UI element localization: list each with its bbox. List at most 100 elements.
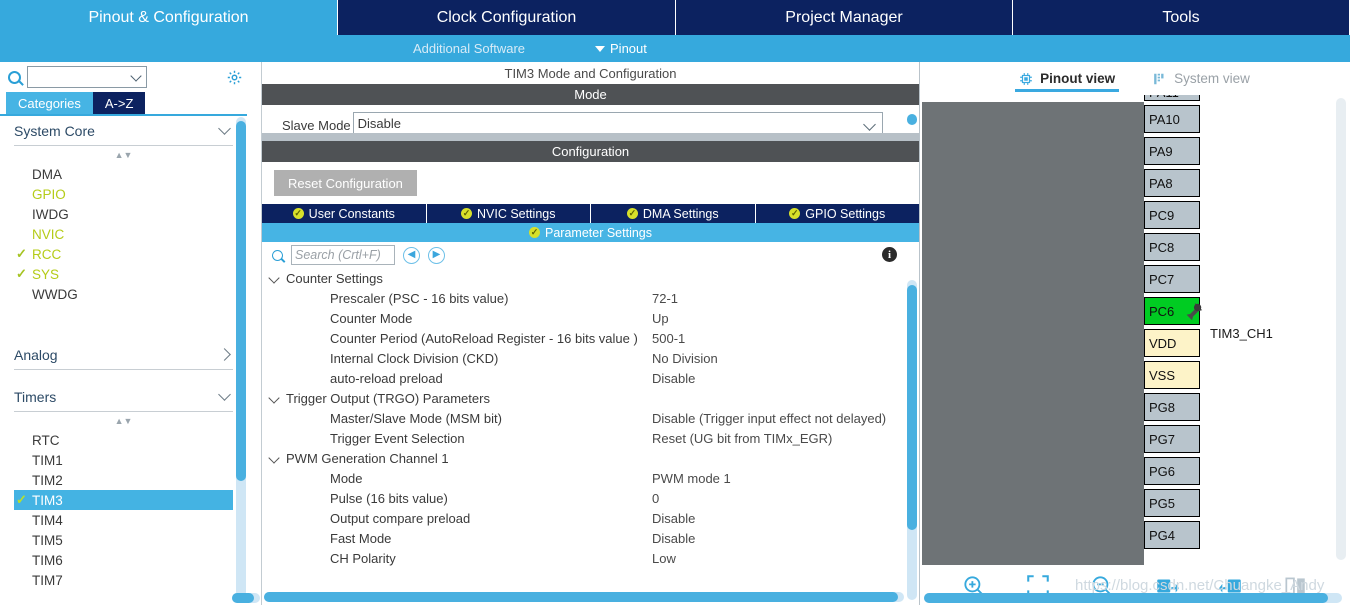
nav-forward-button[interactable]: ▶ <box>428 246 445 264</box>
pin-vdd[interactable]: VDD <box>1144 329 1200 357</box>
parameter-vertical-scrollbar[interactable] <box>907 280 917 600</box>
parameter-row[interactable]: Counter Mode Up <box>262 308 919 328</box>
pin-pa8[interactable]: PA8 <box>1144 169 1200 197</box>
tree-item-dma[interactable]: ✓DMA <box>14 164 233 184</box>
parameter-row[interactable]: Internal Clock Division (CKD) No Division <box>262 348 919 368</box>
parameter-row[interactable]: Pulse (16 bits value) 0 <box>262 488 919 508</box>
chip-canvas[interactable]: PA11PA10PA9PA8PC9PC8PC7PC6VDDVSSPG8PG7PG… <box>920 95 1349 567</box>
tree-item-tim1[interactable]: ✓TIM1 <box>14 450 233 470</box>
pin-pg4[interactable]: PG4 <box>1144 521 1200 549</box>
tree-item-iwdg[interactable]: ✓IWDG <box>14 204 233 224</box>
tree-item-rcc[interactable]: ✓ RCC <box>14 244 233 264</box>
nav-back-button[interactable]: ◀ <box>403 246 420 264</box>
pin-pg8[interactable]: PG8 <box>1144 393 1200 421</box>
parameter-value[interactable]: PWM mode 1 <box>652 471 731 486</box>
sidebar-mode-tab-categories[interactable]: Categories <box>6 92 93 114</box>
tree-item-gpio[interactable]: ✓GPIO <box>14 184 233 204</box>
tab-parameter-settings[interactable]: ✓ Parameter Settings <box>262 223 919 242</box>
pin-vss[interactable]: VSS <box>1144 361 1200 389</box>
parameter-value[interactable]: 0 <box>652 491 659 506</box>
parameter-row[interactable]: auto-reload preload Disable <box>262 368 919 388</box>
parameter-row[interactable]: Master/Slave Mode (MSM bit) Disable (Trig… <box>262 408 919 428</box>
pin-pc9[interactable]: PC9 <box>1144 201 1200 229</box>
tree-spinner-icon[interactable]: ▲ ▼ <box>14 412 233 430</box>
view-tab-system-view[interactable]: System view <box>1149 62 1254 95</box>
parameter-row[interactable]: CH Polarity Low <box>262 548 919 568</box>
main-tab-pinout-configuration[interactable]: Pinout & Configuration <box>0 0 338 35</box>
tree-item-tim7[interactable]: ✓TIM7 <box>14 570 233 590</box>
mode-vertical-scrollbar[interactable] <box>907 114 917 128</box>
pin-pc7[interactable]: PC7 <box>1144 265 1200 293</box>
pinout-vertical-scrollbar[interactable] <box>1336 98 1346 560</box>
tree-item-tim2[interactable]: ✓TIM2 <box>14 470 233 490</box>
parameter-group-header[interactable]: Trigger Output (TRGO) Parameters <box>262 388 919 408</box>
tree-item-tim3[interactable]: ✓ TIM3 <box>14 490 233 510</box>
sub-tab-bar[interactable]: Additional Software Pinout <box>0 35 1350 62</box>
parameter-row[interactable]: Output compare preload Disable <box>262 508 919 528</box>
slave-mode-select[interactable]: Disable <box>352 112 883 133</box>
parameter-row[interactable]: Prescaler (PSC - 16 bits value) 72-1 <box>262 288 919 308</box>
main-tab-project-manager[interactable]: Project Manager <box>676 0 1013 35</box>
parameter-value[interactable]: 500-1 <box>652 331 685 346</box>
sidebar-vertical-scrollbar[interactable] <box>236 117 246 597</box>
search-input[interactable] <box>27 66 147 88</box>
tab-gpio-settings[interactable]: ✓ GPIO Settings <box>755 204 919 223</box>
tree-item-tim5[interactable]: ✓TIM5 <box>14 530 233 550</box>
pinout-item[interactable]: Pinout <box>595 41 647 56</box>
parameter-row[interactable]: Trigger Event Selection Reset (UG bit fro… <box>262 428 919 448</box>
additional-software-item[interactable]: Additional Software <box>413 41 525 56</box>
parameter-value[interactable]: Low <box>652 551 676 566</box>
pin-pa9[interactable]: PA9 <box>1144 137 1200 165</box>
parameter-value[interactable]: Up <box>652 311 669 326</box>
settings-tab-strip[interactable]: ✓ User Constants ✓ NVIC Settings ✓ DMA Settin… <box>262 204 919 223</box>
tab-dma-settings[interactable]: ✓ DMA Settings <box>591 204 756 223</box>
main-tab-bar[interactable]: Pinout & Configuration Clock Configuratio… <box>0 0 1350 35</box>
parameter-value[interactable]: Disable <box>652 371 695 386</box>
pin-pa10[interactable]: PA10 <box>1144 105 1200 133</box>
parameter-row[interactable]: Counter Period (AutoReload Register - 16… <box>262 328 919 348</box>
tree-group-header[interactable]: Analog <box>14 340 233 370</box>
sidebar-mode-tabs[interactable]: Categories A->Z <box>0 92 261 114</box>
parameter-group-header[interactable]: PWM Generation Channel 1 <box>262 448 919 468</box>
main-tab-clock-configuration[interactable]: Clock Configuration <box>338 0 676 35</box>
parameter-value[interactable]: Disable (Trigger input effect not delaye… <box>652 411 886 426</box>
parameter-value[interactable]: Disable <box>652 531 695 546</box>
tree-group-header[interactable]: Timers <box>14 382 233 412</box>
tree-item-nvic[interactable]: ✓NVIC <box>14 224 233 244</box>
tree-group-header[interactable]: System Core <box>14 116 233 146</box>
parameter-value[interactable]: Reset (UG bit from TIMx_EGR) <box>652 431 832 446</box>
gear-icon[interactable] <box>226 69 243 86</box>
ip-tree[interactable]: System Core▲▼✓DMA✓GPIO✓IWDG✓NVIC✓RCC✓SYS… <box>0 114 247 605</box>
sidebar-mode-tab-a-z[interactable]: A->Z <box>92 92 146 114</box>
parameter-value[interactable]: No Division <box>652 351 718 366</box>
tree-item-wwdg[interactable]: ✓WWDG <box>14 284 233 304</box>
panel-splitter[interactable] <box>262 133 919 141</box>
tree-item-rtc[interactable]: ✓RTC <box>14 430 233 450</box>
parameter-group-header[interactable]: Counter Settings <box>262 268 919 288</box>
pin-column[interactable]: PA11PA10PA9PA8PC9PC8PC7PC6VDDVSSPG8PG7PG… <box>1144 95 1204 553</box>
pin-pg7[interactable]: PG7 <box>1144 425 1200 453</box>
parameter-value[interactable]: Disable <box>652 511 695 526</box>
pin-pg6[interactable]: PG6 <box>1144 457 1200 485</box>
view-tab-pinout-view[interactable]: Pinout view <box>1015 62 1120 95</box>
pin-pc8[interactable]: PC8 <box>1144 233 1200 261</box>
pinout-horizontal-scrollbar[interactable] <box>924 593 1342 603</box>
tab-nvic-settings[interactable]: ✓ NVIC Settings <box>426 204 591 223</box>
view-tab-bar[interactable]: Pinout view System view <box>920 62 1349 95</box>
parameter-search-input[interactable]: Search (Crtl+F) <box>291 245 395 265</box>
center-horizontal-scrollbar[interactable] <box>264 592 904 602</box>
tree-item-tim4[interactable]: ✓TIM4 <box>14 510 233 530</box>
tree-spinner-icon[interactable]: ▲ ▼ <box>14 146 233 164</box>
main-tab-tools[interactable]: Tools <box>1013 0 1350 35</box>
tree-item-sys[interactable]: ✓ SYS <box>14 264 233 284</box>
sidebar-horizontal-scrollbar[interactable] <box>232 593 260 603</box>
reset-configuration-button[interactable]: Reset Configuration <box>274 170 417 196</box>
info-icon[interactable]: i <box>882 247 897 262</box>
pin-pg5[interactable]: PG5 <box>1144 489 1200 517</box>
parameter-value[interactable]: 72-1 <box>652 291 678 306</box>
parameter-list[interactable]: Counter Settings Prescaler (PSC - 16 bits… <box>262 268 919 568</box>
parameter-row[interactable]: Mode PWM mode 1 <box>262 468 919 488</box>
tree-item-tim6[interactable]: ✓TIM6 <box>14 550 233 570</box>
parameter-row[interactable]: Fast Mode Disable <box>262 528 919 548</box>
pin-pa11[interactable]: PA11 <box>1144 95 1200 101</box>
